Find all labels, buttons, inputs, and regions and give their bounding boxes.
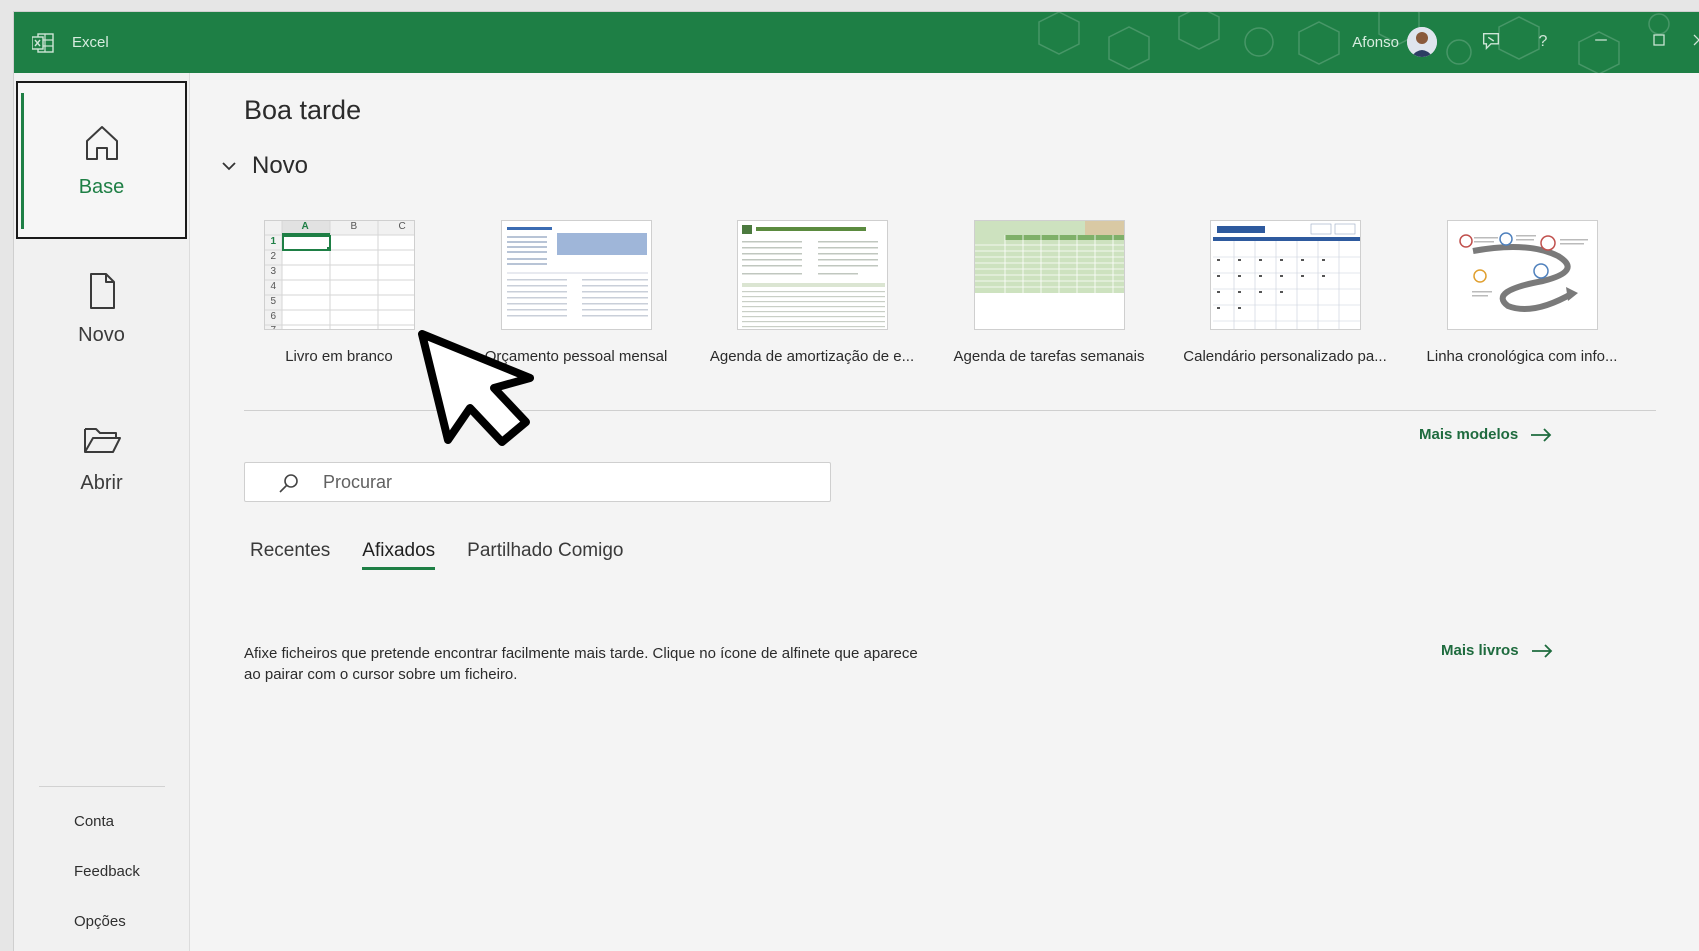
template-label: Agenda de amortização de e...: [709, 348, 915, 365]
template-calendar[interactable]: Calendário personalizado pa...: [1176, 220, 1394, 365]
sidebar-link-feedback[interactable]: Feedback: [74, 863, 140, 880]
column-header: B: [350, 221, 358, 232]
template-timeline[interactable]: Linha cronológica com info...: [1413, 220, 1631, 365]
tab-afixados[interactable]: Afixados: [362, 540, 435, 570]
pinned-empty-message: Afixe ficheiros que pretende encontrar f…: [244, 645, 918, 683]
new-section-toggle[interactable]: Novo: [218, 152, 308, 180]
search-input[interactable]: [323, 463, 823, 501]
tab-recentes[interactable]: Recentes: [250, 540, 330, 570]
template-label: Calendário personalizado pa...: [1183, 348, 1387, 365]
more-books-link[interactable]: Mais livros: [1441, 642, 1553, 659]
feedback-icon[interactable]: [1479, 30, 1503, 54]
column-header: A: [301, 221, 309, 232]
minimize-icon[interactable]: [1589, 30, 1613, 54]
sidebar-divider: [39, 786, 165, 787]
close-icon[interactable]: [1687, 30, 1699, 54]
page-title: Boa tarde: [244, 95, 362, 125]
row-header: 6: [270, 311, 277, 322]
sidebar-item-label: Base: [78, 175, 125, 198]
sidebar-link-opcoes[interactable]: Opções: [74, 913, 126, 930]
more-templates-label: Mais modelos: [1419, 426, 1519, 443]
more-templates-link[interactable]: Mais modelos: [1419, 426, 1552, 443]
open-folder-icon: [83, 427, 121, 453]
sidebar-item-novo[interactable]: Novo: [16, 229, 187, 387]
arrow-right-icon: [1531, 643, 1552, 658]
tab-partilhado-comigo[interactable]: Partilhado Comigo: [467, 540, 623, 570]
sidebar-item-base[interactable]: Base: [16, 81, 187, 239]
template-thumbnail: [1446, 220, 1598, 330]
file-tabs: Recentes Afixados Partilhado Comigo: [250, 540, 655, 570]
section-divider: [244, 410, 1656, 411]
template-label: Orçamento pessoal mensal: [484, 348, 668, 365]
row-header: 7: [271, 325, 277, 329]
maximize-icon[interactable]: [1647, 30, 1671, 54]
chevron-down-icon: [222, 162, 236, 171]
search-box[interactable]: [244, 462, 831, 502]
template-thumbnail: [500, 220, 652, 330]
home-icon: [85, 125, 118, 160]
avatar[interactable]: [1407, 27, 1437, 57]
template-weekly-tasks[interactable]: Agenda de tarefas semanais: [940, 220, 1158, 365]
template-blank-workbook[interactable]: A B C 1 2 3 4 5 6 7 Livro em branco: [230, 220, 448, 365]
user-name[interactable]: Afonso: [1352, 34, 1399, 51]
template-thumbnail: [973, 220, 1125, 330]
template-label: Livro em branco: [285, 348, 393, 365]
excel-logo-icon: [32, 33, 54, 53]
app-name: Excel: [72, 34, 109, 51]
title-bar: Excel Afonso ?: [14, 12, 1699, 73]
row-header: 3: [270, 266, 277, 277]
sidebar-item-label: Novo: [78, 323, 125, 346]
new-file-icon: [89, 272, 115, 309]
template-thumbnail: [1209, 220, 1361, 330]
help-icon[interactable]: ?: [1531, 30, 1555, 54]
column-header: C: [398, 221, 406, 232]
sidebar-item-label: Abrir: [80, 471, 123, 494]
arrow-right-icon: [1531, 427, 1552, 442]
more-books-label: Mais livros: [1441, 642, 1519, 659]
excel-window: Excel Afonso ? Base Novo Abrir Conta Fee…: [14, 12, 1699, 951]
template-label: Agenda de tarefas semanais: [953, 348, 1145, 365]
template-amortization[interactable]: Agenda de amortização de e...: [703, 220, 921, 365]
row-header: 5: [270, 296, 277, 307]
template-label: Linha cronológica com info...: [1426, 348, 1618, 365]
search-icon: [279, 474, 298, 493]
sidebar-link-conta[interactable]: Conta: [74, 813, 114, 830]
row-header: 2: [270, 251, 277, 262]
sidebar-item-abrir[interactable]: Abrir: [16, 377, 187, 535]
row-header: 4: [270, 281, 277, 292]
template-thumbnail: [736, 220, 888, 330]
row-header: 1: [270, 236, 277, 247]
template-budget[interactable]: Orçamento pessoal mensal: [467, 220, 685, 365]
template-thumbnail: A B C 1 2 3 4 5 6 7: [263, 220, 415, 330]
sidebar: Base Novo Abrir Conta Feedback Opções: [14, 73, 190, 951]
section-title: Novo: [252, 152, 309, 179]
main-content: Boa tarde Novo A B C 1 2 3 4 5 6 Livro e…: [190, 73, 1699, 951]
